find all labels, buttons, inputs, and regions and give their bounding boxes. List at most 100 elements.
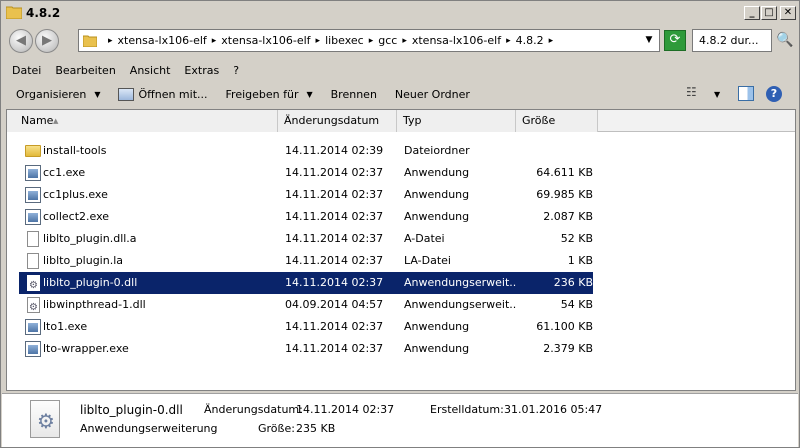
menu-tools[interactable]: Extras — [184, 64, 219, 77]
file-size: 64.611 KB — [536, 166, 593, 179]
chevron-right-icon[interactable]: ▸ — [369, 36, 374, 46]
share-button[interactable]: Freigeben für ▼ — [226, 88, 313, 101]
file-name: install-tools — [43, 144, 107, 157]
file-name: liblto_plugin.dll.a — [43, 232, 137, 245]
help-icon[interactable]: ? — [766, 86, 782, 102]
file-size: 236 KB — [553, 276, 593, 289]
menu-bar: Datei Bearbeiten Ansicht Extras ? — [2, 59, 798, 81]
details-size-label: Größe: — [258, 422, 295, 435]
file-list: Name ▲ Änderungsdatum Typ Größe install-… — [6, 109, 796, 391]
back-button[interactable]: ◀ — [9, 29, 33, 53]
minimize-button[interactable]: _ — [744, 6, 760, 20]
file-type: Anwendung — [404, 166, 470, 179]
menu-view[interactable]: Ansicht — [130, 64, 171, 77]
address-bar[interactable]: ▸ xtensa-lx106-elf ▸ xtensa-lx106-elf ▸ libex… — [78, 29, 660, 52]
file-size: 69.985 KB — [536, 188, 593, 201]
column-name[interactable]: Name ▲ — [7, 110, 278, 132]
file-row[interactable]: liblto_plugin.dll.a 14.11.2014 02:37 A-Dat… — [19, 228, 593, 250]
details-type: Anwendungserweiterung — [80, 422, 218, 435]
file-type: Anwendung — [404, 188, 470, 201]
details-created-value: 31.01.2016 05:47 — [504, 403, 603, 416]
file-size — [519, 140, 593, 162]
chevron-down-icon: ▼ — [306, 89, 313, 99]
file-date: 14.11.2014 02:37 — [285, 166, 384, 179]
column-size[interactable]: Größe — [516, 110, 598, 132]
preview-pane-icon[interactable] — [738, 86, 754, 101]
details-modified-label: Änderungsdatum: — [204, 403, 303, 416]
file-date: 14.11.2014 02:37 — [285, 276, 384, 289]
search-icon[interactable]: 🔍 — [774, 30, 796, 51]
file-row[interactable]: lto1.exe 14.11.2014 02:37 Anwendung 61.100 … — [19, 316, 593, 338]
folder-icon — [83, 35, 97, 47]
search-input[interactable]: 4.8.2 dur... — [692, 29, 772, 52]
file-type: Anwendung — [404, 210, 470, 223]
chevron-down-icon: ▼ — [94, 89, 101, 99]
chevron-down-icon[interactable]: ▼ — [714, 90, 720, 99]
details-modified-value: 14.11.2014 02:37 — [296, 403, 395, 416]
details-size-value: 235 KB — [296, 422, 336, 435]
file-date: 04.09.2014 04:57 — [285, 298, 384, 311]
file-row[interactable]: liblto_plugin-0.dll 14.11.2014 02:37 Anwen… — [19, 272, 593, 294]
maximize-button[interactable]: □ — [761, 6, 777, 20]
menu-help[interactable]: ? — [233, 64, 239, 77]
column-date[interactable]: Änderungsdatum — [278, 110, 397, 132]
column-type[interactable]: Typ — [397, 110, 516, 132]
file-name: lto-wrapper.exe — [43, 342, 129, 355]
file-size: 61.100 KB — [536, 320, 593, 333]
chevron-right-icon[interactable]: ▸ — [506, 36, 511, 46]
file-row[interactable]: cc1plus.exe 14.11.2014 02:37 Anwendung 69.9… — [19, 184, 593, 206]
file-icon — [27, 253, 39, 269]
exe-icon — [25, 319, 41, 335]
file-row[interactable]: cc1.exe 14.11.2014 02:37 Anwendung 64.611 K… — [19, 162, 593, 184]
file-size: 54 KB — [560, 298, 593, 311]
file-date: 14.11.2014 02:37 — [285, 254, 384, 267]
file-row[interactable]: install-tools 14.11.2014 02:39 Dateiordner — [19, 140, 593, 162]
breadcrumb-item[interactable]: xtensa-lx106-elf — [118, 34, 207, 47]
title-bar[interactable]: 4.8.2 _ □ ✕ — [2, 2, 798, 24]
file-name: collect2.exe — [43, 210, 110, 223]
breadcrumb-item[interactable]: 4.8.2 — [516, 34, 544, 47]
new-folder-button[interactable]: Neuer Ordner — [395, 88, 470, 101]
breadcrumb-item[interactable]: xtensa-lx106-elf — [412, 34, 501, 47]
file-date: 14.11.2014 02:37 — [285, 210, 384, 223]
menu-edit[interactable]: Bearbeiten — [55, 64, 115, 77]
chevron-down-icon[interactable]: ▼ — [639, 30, 659, 51]
menu-file[interactable]: Datei — [12, 64, 41, 77]
file-date: 14.11.2014 02:37 — [285, 342, 384, 355]
chevron-right-icon[interactable]: ▸ — [212, 36, 217, 46]
chevron-right-icon[interactable]: ▸ — [108, 36, 113, 46]
file-row[interactable]: collect2.exe 14.11.2014 02:37 Anwendung 2.0… — [19, 206, 593, 228]
forward-button[interactable]: ▶ — [35, 29, 59, 53]
breadcrumb: ▸ xtensa-lx106-elf ▸ xtensa-lx106-elf ▸ libex… — [103, 30, 558, 51]
folder-icon — [25, 145, 41, 157]
file-size: 52 KB — [560, 232, 593, 245]
burn-button[interactable]: Brennen — [331, 88, 377, 101]
chevron-right-icon[interactable]: ▸ — [316, 36, 321, 46]
chevron-right-icon[interactable]: ▸ — [402, 36, 407, 46]
file-type: Anwendung — [404, 320, 470, 333]
file-name: cc1plus.exe — [43, 188, 108, 201]
application-icon — [118, 87, 135, 101]
open-with-button[interactable]: Öffnen mit... — [118, 87, 208, 101]
file-type: LA-Datei — [404, 254, 451, 267]
exe-icon — [25, 341, 41, 357]
file-name: lto1.exe — [43, 320, 88, 333]
close-button[interactable]: ✕ — [780, 6, 796, 20]
breadcrumb-item[interactable]: gcc — [378, 34, 397, 47]
organize-label: Organisieren — [16, 87, 87, 101]
burn-label: Brennen — [330, 87, 377, 101]
file-name: liblto_plugin-0.dll — [43, 276, 138, 289]
exe-icon — [25, 165, 41, 181]
file-row[interactable]: libwinpthread-1.dll 04.09.2014 04:57 Anwen… — [19, 294, 593, 316]
organize-button[interactable]: Organisieren ▼ — [16, 88, 100, 101]
file-row[interactable]: lto-wrapper.exe 14.11.2014 02:37 Anwendung… — [19, 338, 593, 360]
chevron-right-icon[interactable]: ▸ — [549, 36, 554, 46]
file-size: 1 KB — [567, 254, 593, 267]
file-type: A-Datei — [404, 232, 445, 245]
refresh-button[interactable]: ⟳ — [664, 30, 686, 51]
breadcrumb-item[interactable]: xtensa-lx106-elf — [221, 34, 310, 47]
breadcrumb-item[interactable]: libexec — [325, 34, 364, 47]
file-row[interactable]: liblto_plugin.la 14.11.2014 02:37 LA-Datei… — [19, 250, 593, 272]
column-header: Name ▲ Änderungsdatum Typ Größe — [7, 110, 795, 132]
views-icon[interactable]: ☷ — [686, 86, 702, 100]
